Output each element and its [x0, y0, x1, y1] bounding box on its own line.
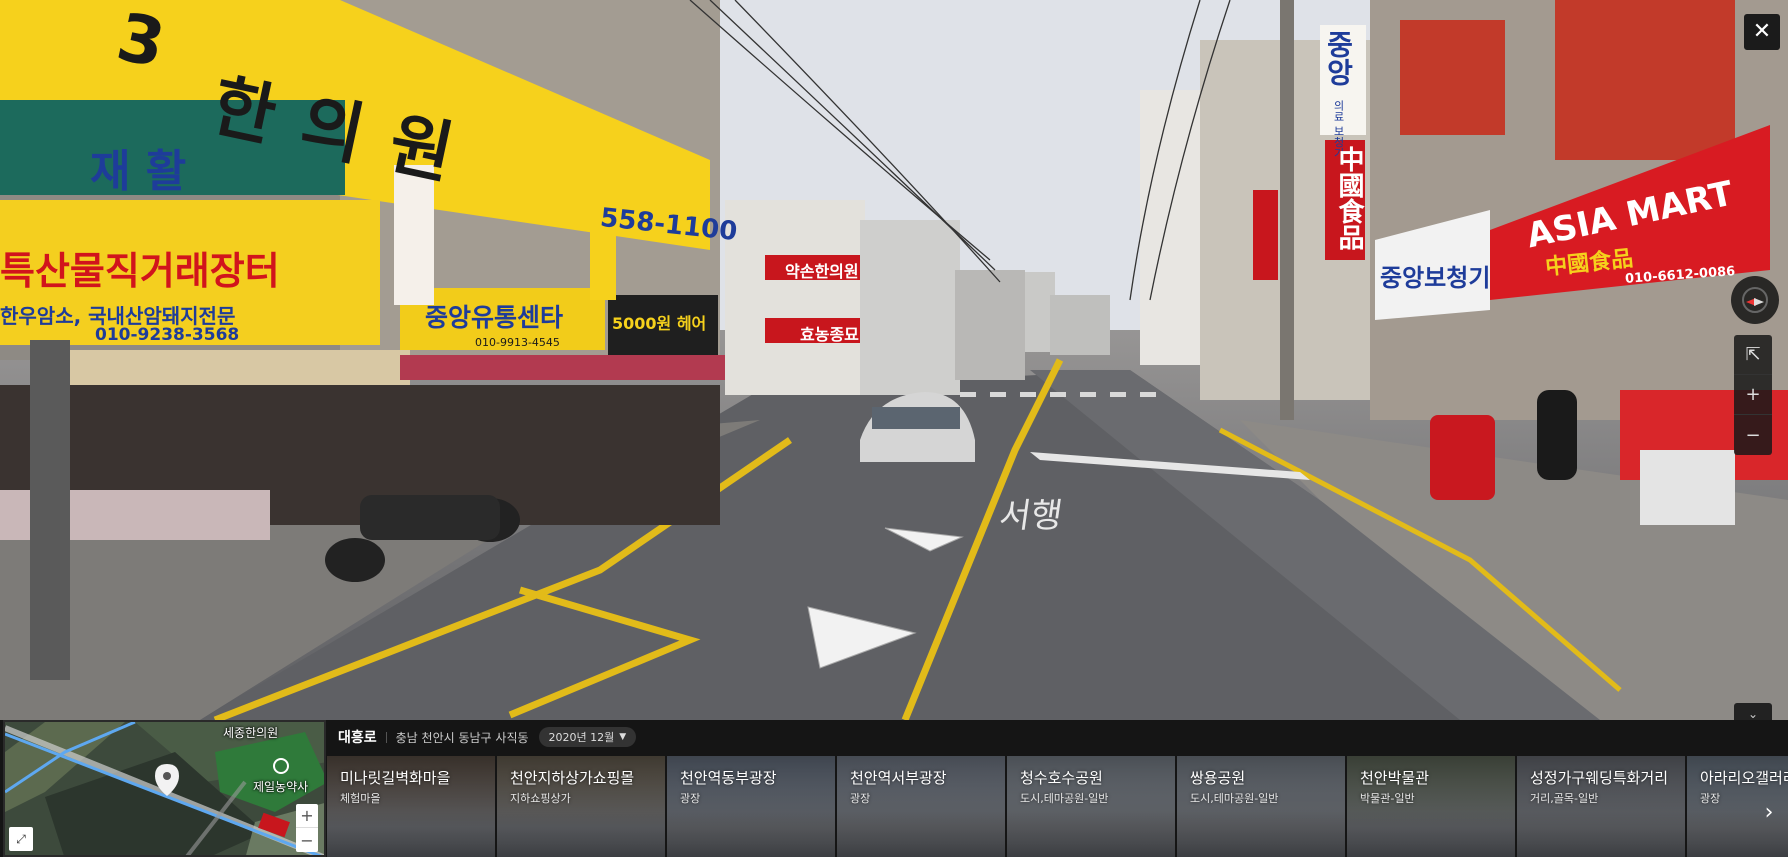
nearby-place-card[interactable]: 천안역서부광장광장 — [837, 756, 1005, 857]
location-info: 대흥로 충남 천안시 동남구 사직동 2020년 12월 ▼ — [338, 726, 637, 748]
place-category: 거리,골목-일반 — [1530, 792, 1599, 805]
nearby-places-strip: 미나릿길벽화마을 체험마을 천안지하상가쇼핑몰 지하쇼핑상가 천안역동부광장 광장 천안역서… — [327, 756, 1788, 857]
place-category: 광장 — [680, 792, 701, 805]
sign-jungang-bocheong: 중앙보청기 — [1380, 264, 1491, 292]
place-title: 청수호수공원 — [1020, 769, 1103, 787]
side-toolbar: ⇱ + − — [1734, 335, 1772, 455]
map-zoom-control: + − — [296, 804, 318, 852]
nearby-place-card[interactable]: 천안박물관박물관-일반 — [1347, 756, 1515, 857]
move-ahead-arrow[interactable] — [882, 522, 966, 556]
compass-icon — [1742, 287, 1768, 313]
collapse-panel-button[interactable]: ⌄ — [1734, 703, 1772, 720]
sign-hair: 5000원 헤어 — [612, 314, 707, 333]
zoom-in-icon[interactable]: + — [1734, 375, 1772, 415]
close-button[interactable]: ✕ — [1744, 14, 1780, 50]
compass[interactable] — [1731, 276, 1779, 324]
address: 충남 천안시 동남구 사직동 — [395, 730, 529, 745]
chevron-down-icon: ⌄ — [1747, 707, 1759, 720]
place-category: 도시,테마공원-일반 — [1020, 792, 1109, 805]
street-view-panorama[interactable]: 3 한의원 재 활 558-1100 특산물직거래장터 한우암소, 국내산암돼지… — [0, 0, 1788, 720]
sign-chinese-food: 中國食品 — [1334, 146, 1364, 250]
map-zoom-out-icon[interactable]: − — [296, 828, 318, 852]
road-name: 대흥로 — [338, 730, 377, 746]
date-label: 2020년 12월 — [548, 731, 615, 744]
place-category: 체험마을 — [340, 792, 381, 805]
sign-phone-yutong: 010-9913-4545 — [475, 336, 560, 349]
nearby-place-card[interactable]: 성정가구웨딩특화거리거리,골목-일반 — [1517, 756, 1685, 857]
sign-trade-market: 특산물직거래장터 — [0, 249, 280, 293]
map-label-jeil: 제일농약사 — [253, 780, 309, 794]
nearby-place-card[interactable]: 미나릿길벽화마을체험마을 — [327, 756, 495, 857]
place-title: 천안역동부광장 — [680, 769, 777, 787]
close-icon: ✕ — [1752, 19, 1772, 44]
nearby-place-card[interactable]: 쌍용공원도시,테마공원-일반 — [1177, 756, 1345, 857]
sign-jaehwal: 재 활 — [90, 146, 187, 197]
place-title: 미나릿길벽화마을 — [340, 769, 451, 787]
place-category: 광장 — [1700, 792, 1721, 805]
sign-yaksonhan: 약손한의원 — [785, 262, 859, 281]
divider — [385, 731, 387, 743]
date-selector[interactable]: 2020년 12월 ▼ — [538, 727, 637, 747]
place-title: 천안박물관 — [1360, 769, 1430, 787]
place-category: 박물관-일반 — [1360, 792, 1415, 805]
map-expand-icon[interactable]: ⤢ — [9, 827, 33, 851]
place-category: 광장 — [850, 792, 871, 805]
map-label-sejong: 세종한의원 — [223, 726, 279, 740]
share-icon[interactable]: ⇱ — [1734, 335, 1772, 375]
place-title: 천안지하상가쇼핑몰 — [510, 769, 635, 787]
caret-down-icon: ▼ — [619, 732, 627, 742]
place-title: 성정가구웨딩특화거리 — [1530, 769, 1669, 787]
sign-hyonong: 효농종묘 — [800, 325, 859, 344]
place-title: 쌍용공원 — [1190, 769, 1246, 787]
bottom-panel: 세종한의원 제일농약사 + − ⤢ 대흥로 충남 천안시 동남구 사직동 202… — [0, 720, 1788, 857]
move-forward-arrow[interactable] — [805, 600, 920, 672]
road-marking: 서행 — [996, 496, 1065, 536]
nearby-place-card[interactable]: 천안지하상가쇼핑몰지하쇼핑상가 — [497, 756, 665, 857]
sign-phone-left: 010-9238-3568 — [95, 325, 240, 345]
sign-jungang-yutong: 중앙유통센타 — [425, 303, 564, 332]
map-zoom-in-icon[interactable]: + — [296, 804, 318, 828]
next-arrow-icon[interactable]: › — [1756, 792, 1782, 832]
zoom-out-icon[interactable]: − — [1734, 415, 1772, 455]
place-category: 지하쇼핑상가 — [510, 792, 571, 805]
place-title: 아라리오갤러리 — [1700, 769, 1788, 787]
nearby-place-card[interactable]: 청수호수공원도시,테마공원-일반 — [1007, 756, 1175, 857]
minimap[interactable]: 세종한의원 제일농약사 + − ⤢ — [3, 720, 326, 857]
nearby-place-card[interactable]: 천안역동부광장광장 — [667, 756, 835, 857]
sign-jungang-vertical: 중앙 — [1322, 30, 1355, 86]
place-title: 천안역서부광장 — [850, 769, 947, 787]
place-category: 도시,테마공원-일반 — [1190, 792, 1279, 805]
